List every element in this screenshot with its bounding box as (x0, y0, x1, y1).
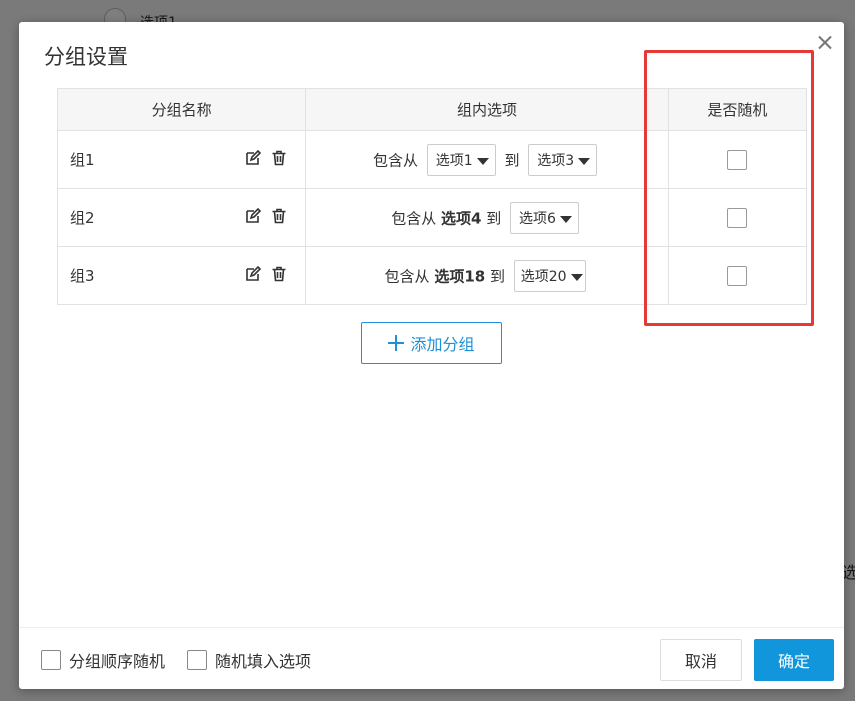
random-fill-label: 随机填入选项 (215, 652, 312, 671)
header-randomize: 是否随机 (667, 88, 808, 131)
shuffle-groups-checkbox[interactable] (41, 650, 61, 670)
randomize-cell (667, 246, 808, 305)
shuffle-groups-option[interactable]: 分组顺序随机 (41, 648, 165, 672)
group-options-cell: 包含从 选项1 到 选项3 (305, 130, 669, 189)
edit-icon[interactable] (245, 208, 262, 224)
group-name: 组2 (70, 209, 95, 227)
range-from-value: 选项18 (434, 267, 486, 285)
group-name: 组3 (70, 267, 95, 285)
randomize-checkbox[interactable] (727, 265, 748, 286)
range-prefix: 包含从 (384, 267, 430, 285)
dialog-footer: 分组顺序随机 随机填入选项 取消 确定 (19, 627, 844, 690)
edit-icon[interactable] (245, 266, 262, 282)
shuffle-groups-label: 分组顺序随机 (69, 652, 166, 671)
group-options-cell: 包含从 选项18 到 选项20 (305, 246, 669, 305)
trash-icon[interactable] (271, 150, 287, 166)
cancel-button[interactable]: 取消 (660, 639, 742, 681)
range-to-select[interactable]: 选项20 (513, 259, 586, 292)
plus-icon (388, 335, 405, 351)
table-header-row: 分组名称 组内选项 是否随机 (56, 88, 808, 131)
range-to-select[interactable]: 选项6 (510, 201, 579, 234)
table-row: 组1 包含从 选项1 到 选项3 (56, 130, 808, 189)
header-group-name: 分组名称 (56, 88, 307, 131)
randomize-cell (667, 130, 808, 189)
table-row: 组2 包含从 选项4 到 选项6 (56, 188, 808, 247)
trash-icon[interactable] (271, 208, 287, 224)
random-fill-checkbox[interactable] (187, 650, 207, 670)
randomize-checkbox[interactable] (727, 207, 748, 228)
range-to-label: 到 (489, 267, 505, 285)
randomize-checkbox[interactable] (727, 149, 748, 170)
range-from-select[interactable]: 选项1 (426, 143, 496, 176)
ok-button[interactable]: 确定 (754, 639, 834, 681)
random-fill-option[interactable]: 随机填入选项 (187, 648, 311, 672)
group-name-cell: 组1 (56, 130, 307, 189)
add-group-label: 添加分组 (410, 335, 475, 354)
group-options-cell: 包含从 选项4 到 选项6 (305, 188, 669, 247)
add-group-button[interactable]: 添加分组 (361, 322, 502, 364)
edit-icon[interactable] (245, 150, 262, 166)
group-table: 分组名称 组内选项 是否随机 组1 包含从 选项1 到 选项3 组2 包含从 选… (56, 88, 808, 305)
group-settings-dialog: 分组设置 分组名称 组内选项 是否随机 组1 包含从 选项1 到 选项3 组2 … (19, 22, 844, 689)
group-name-cell: 组2 (56, 188, 307, 247)
randomize-cell (667, 188, 808, 247)
dialog-title: 分组设置 (44, 45, 128, 69)
table-row: 组3 包含从 选项18 到 选项20 (56, 246, 808, 305)
range-to-select[interactable]: 选项3 (528, 143, 598, 176)
header-group-options: 组内选项 (305, 88, 669, 131)
range-to-label: 到 (486, 209, 502, 227)
group-name: 组1 (70, 151, 95, 169)
range-prefix: 包含从 (372, 151, 418, 169)
close-icon[interactable] (814, 32, 836, 54)
group-name-cell: 组3 (56, 246, 307, 305)
range-to-label: 到 (504, 151, 520, 169)
range-prefix: 包含从 (391, 209, 437, 227)
trash-icon[interactable] (271, 266, 287, 282)
range-from-value: 选项4 (440, 209, 482, 227)
